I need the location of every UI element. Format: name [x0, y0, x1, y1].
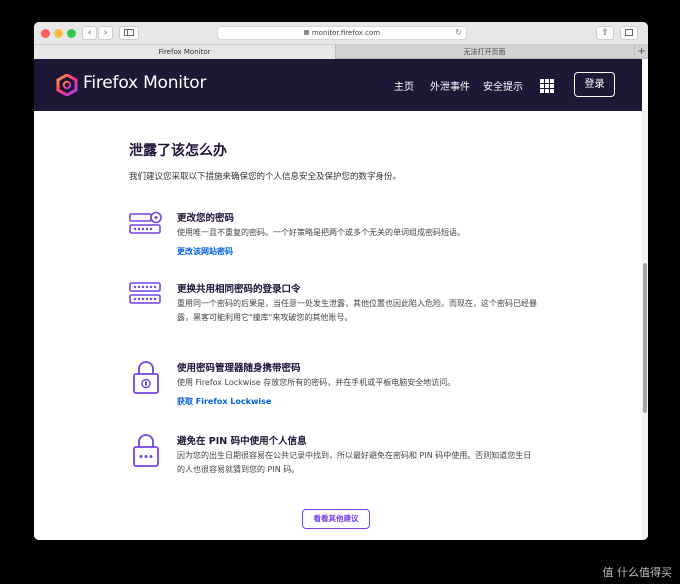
sidebar-icon: [124, 29, 134, 36]
share-icon: ⇧: [601, 28, 609, 38]
nav-security-tips[interactable]: 安全提示: [483, 78, 523, 93]
tip-body: 重用同一个密码的后果是，当任意一处发生泄露，其他位置也因此陷入危险。而现在，这个…: [177, 299, 537, 322]
chevron-left-icon: ‹: [87, 28, 92, 38]
tip-body: 使用唯一且不重复的密码。一个好策略是把两个或多个无关的单词组成密码短语。: [177, 228, 465, 237]
browser-window: ‹ › monitor.firefox.com ↻ ⇧ Firefox Moni…: [34, 22, 648, 540]
tip-body: 使用 Firefox Lockwise 存放您所有的密码，并在手机或平板电脑安全…: [177, 378, 456, 387]
main-content: 泄露了该怎么办 我们建议您采取以下措施来确保您的个人信息安全及保护您的数字身份。…: [34, 111, 642, 540]
nav-breaches[interactable]: 外泄事件: [430, 78, 470, 93]
zoom-window-button[interactable]: [67, 29, 76, 38]
tab-strip: Firefox Monitor 无法打开页面 +: [34, 45, 648, 59]
tip-title: 避免在 PIN 码中使用个人信息: [177, 436, 307, 447]
tabs-icon: [625, 29, 633, 36]
browser-toolbar: ‹ › monitor.firefox.com ↻ ⇧: [34, 22, 648, 45]
url-text: monitor.firefox.com: [311, 29, 381, 37]
reload-icon[interactable]: ↻: [455, 27, 462, 39]
password-fields-icon: [129, 282, 161, 304]
chevron-right-icon: ›: [103, 28, 108, 38]
tip-avoid-personal-info-pin: 避免在 PIN 码中使用个人信息 因为您的出生日期很容易在公共记录中找到，所以最…: [129, 433, 549, 493]
tip-replace-reused-passwords: 更换共用相同密码的登录口令 重用同一个密码的后果是，当任意一处发生泄露，其他位置…: [129, 281, 549, 341]
show-tabs-button[interactable]: [620, 26, 638, 40]
login-button[interactable]: 登录: [574, 72, 615, 97]
watermark: 值 什么值得买: [602, 566, 673, 579]
tip-title: 使用密码管理器随身携带密码: [177, 363, 301, 374]
get-firefox-lockwise-link[interactable]: 获取 Firefox Lockwise: [177, 396, 271, 407]
tip-change-password: 更改您的密码 使用唯一且不重复的密码。一个好策略是把两个或多个无关的单词组成密码…: [129, 210, 549, 260]
scrollbar[interactable]: [642, 111, 648, 540]
apps-grid-icon[interactable]: [540, 79, 554, 93]
key-icon: [129, 211, 162, 234]
scrollbar-thumb[interactable]: [643, 263, 647, 413]
sidebar-toggle-button[interactable]: [119, 26, 139, 40]
site-header: Firefox Monitor 主页 外泄事件 安全提示 登录: [34, 59, 642, 111]
nav-home[interactable]: 主页: [394, 78, 414, 93]
pin-lock-icon: [133, 434, 159, 467]
forward-button[interactable]: ›: [98, 26, 113, 40]
page-title: 泄露了该怎么办: [129, 143, 227, 159]
new-tab-button[interactable]: +: [634, 45, 648, 59]
brand-name: Firefox Monitor: [83, 73, 207, 93]
change-site-password-link[interactable]: 更改该网站密码: [177, 246, 233, 257]
tip-title: 更换共用相同密码的登录口令: [177, 284, 301, 295]
tab-firefox-monitor[interactable]: Firefox Monitor: [34, 45, 336, 59]
tip-body: 因为您的出生日期很容易在公共记录中找到，所以最好避免在密码和 PIN 码中使用。…: [177, 451, 532, 474]
lock-icon: [133, 361, 159, 394]
more-tips-button[interactable]: 看看其他建议: [302, 509, 370, 529]
share-button[interactable]: ⇧: [596, 26, 614, 40]
close-window-button[interactable]: [41, 29, 50, 38]
lock-icon: [303, 30, 309, 35]
tab-cannot-open[interactable]: 无法打开页面: [337, 45, 632, 59]
back-button[interactable]: ‹: [82, 26, 97, 40]
address-bar[interactable]: monitor.firefox.com ↻: [217, 26, 467, 40]
tip-title: 更改您的密码: [177, 213, 235, 224]
page-intro: 我们建议您采取以下措施来确保您的个人信息安全及保护您的数字身份。: [129, 172, 402, 182]
firefox-monitor-logo-icon[interactable]: [56, 74, 78, 96]
minimize-window-button[interactable]: [54, 29, 63, 38]
tip-use-password-manager: 使用密码管理器随身携带密码 使用 Firefox Lockwise 存放您所有的…: [129, 360, 549, 410]
